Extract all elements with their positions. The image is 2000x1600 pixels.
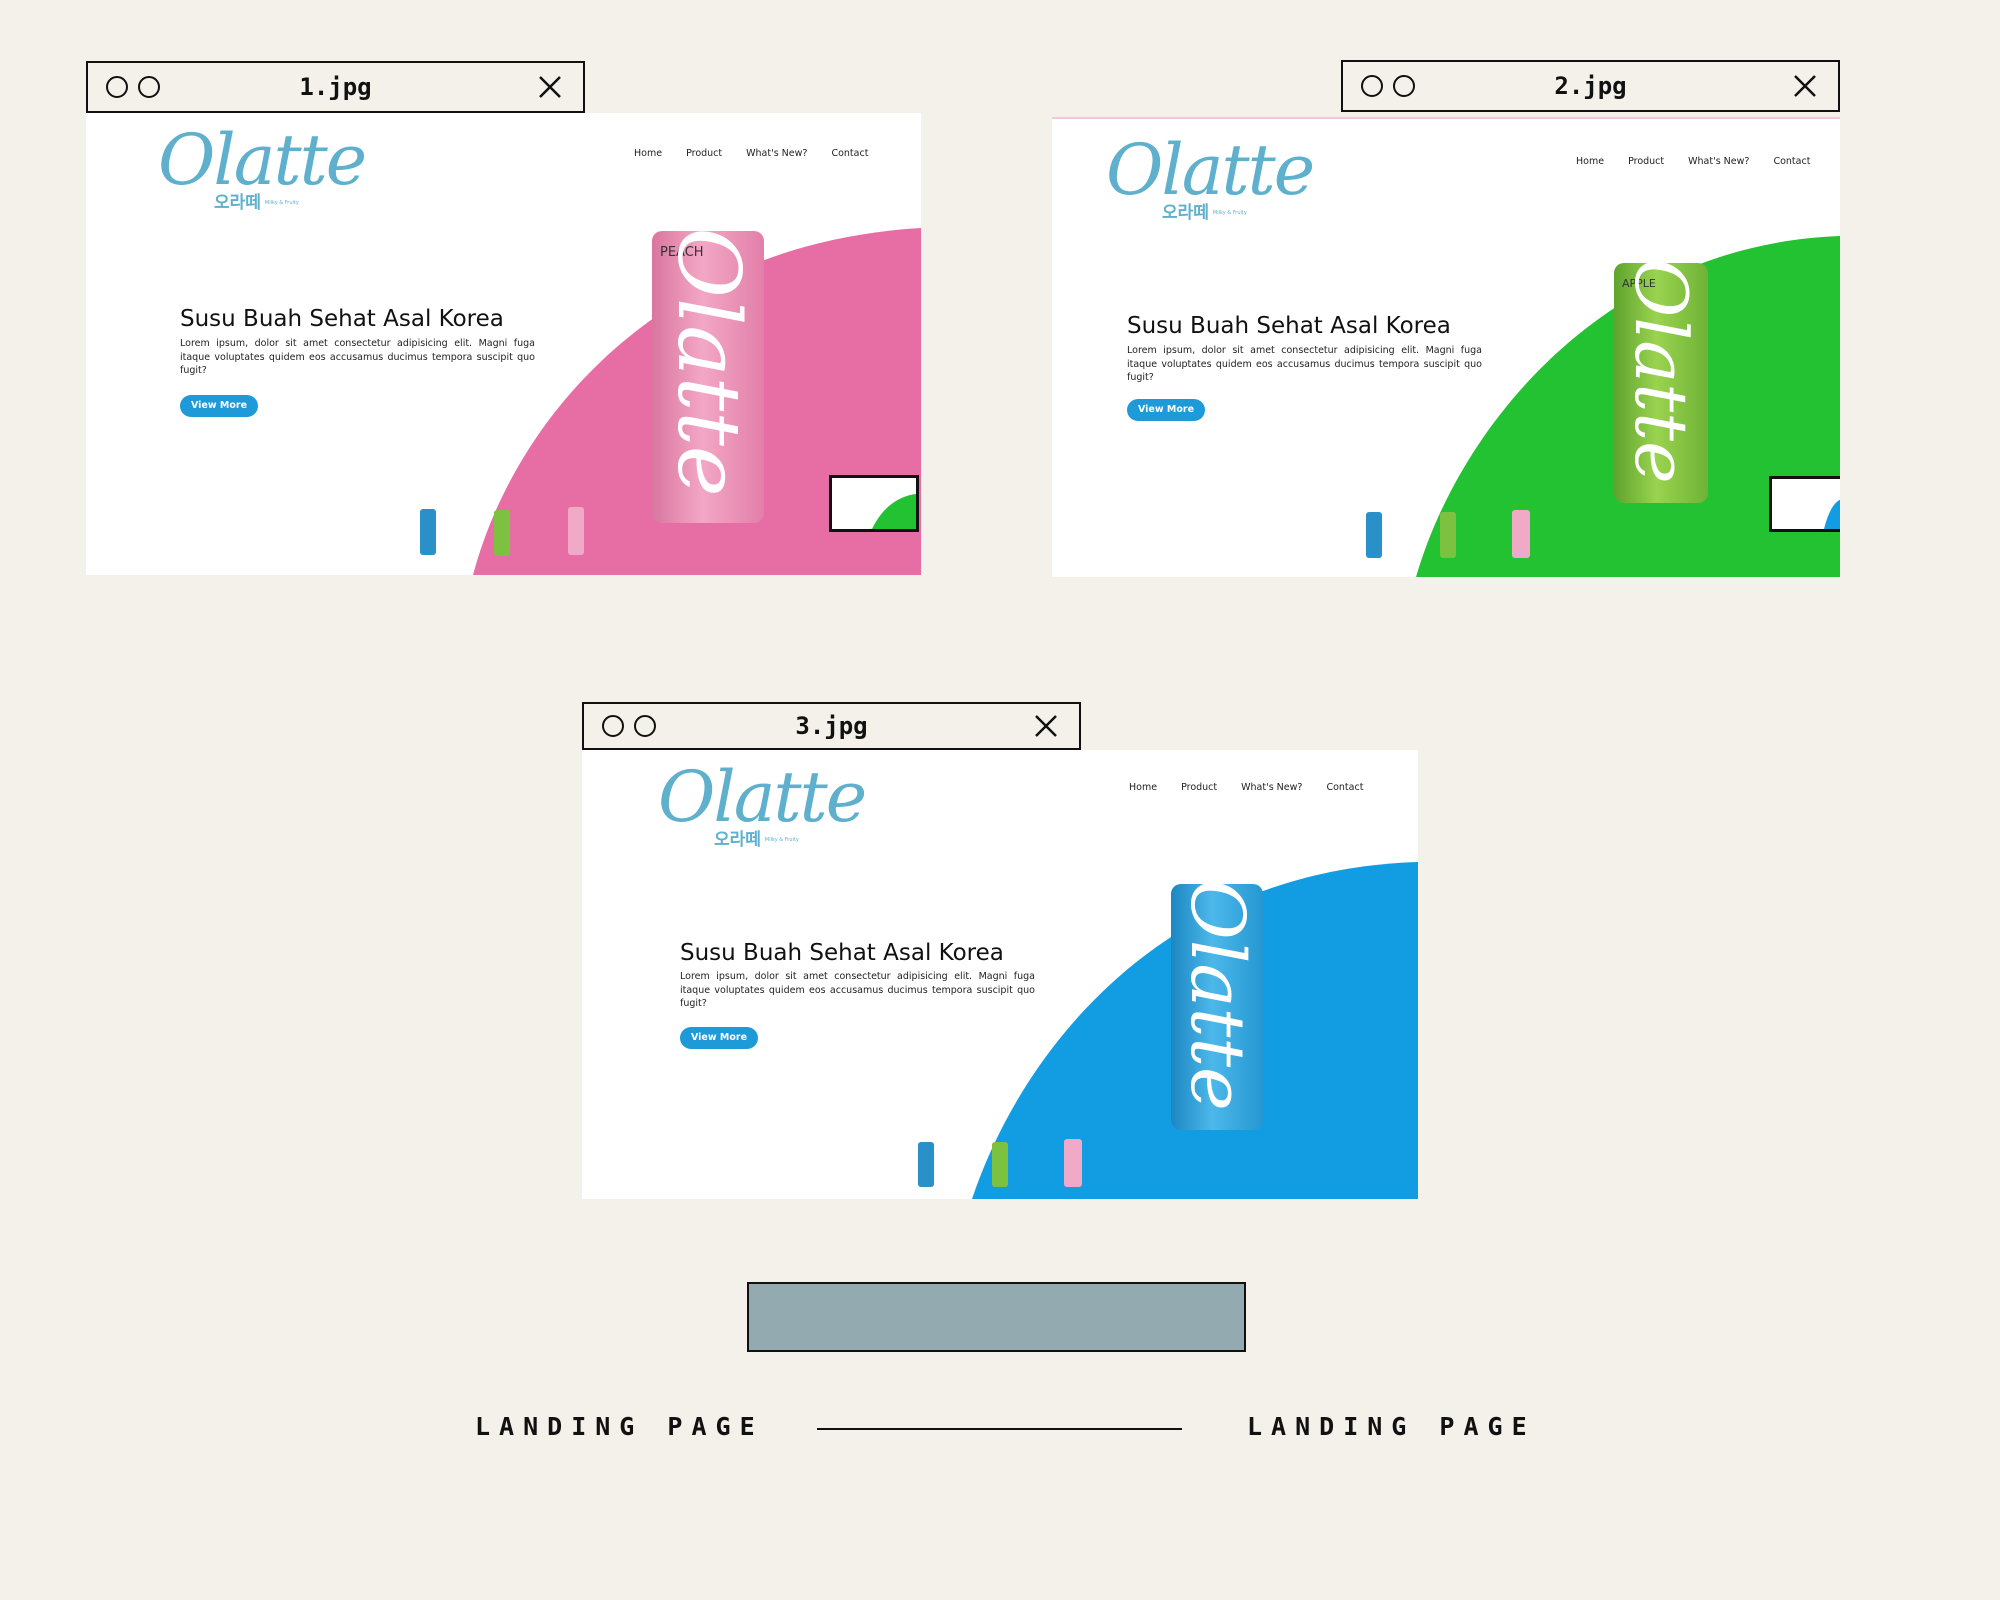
thumb-can-blue[interactable]	[1366, 512, 1382, 558]
hero-paragraph: Lorem ipsum, dolor sit amet consectetur …	[180, 338, 535, 376]
can-brand-label: Olatte	[658, 231, 758, 498]
nav-product[interactable]: Product	[1181, 782, 1217, 793]
logo-wordmark: Olatte	[658, 756, 867, 838]
thumb-can-pink[interactable]	[1512, 510, 1530, 558]
logo-wordmark: Olatte	[158, 119, 367, 201]
thumb-can-pink[interactable]	[1064, 1139, 1082, 1187]
logo[interactable]: Olatte 오라떼 Milky & Fruity	[158, 119, 367, 213]
can-brand-label: Olatte	[1619, 263, 1703, 484]
logo-korean: 오라떼	[214, 193, 261, 213]
thumb-can-green[interactable]	[1440, 512, 1456, 558]
thumb-can-green[interactable]	[992, 1142, 1008, 1187]
preview-thumbnail[interactable]	[829, 475, 919, 532]
view-more-button[interactable]: View More	[180, 395, 258, 417]
hero-paragraph: Lorem ipsum, dolor sit amet consectetur …	[1127, 345, 1482, 383]
nav-bar: Home Product What's New? Contact	[634, 148, 868, 159]
thumb-can-green[interactable]	[494, 510, 510, 556]
window-2-titlebar: 2.jpg	[1341, 60, 1840, 112]
caption-divider	[817, 1428, 1182, 1430]
thumb-can-pink[interactable]	[568, 507, 584, 555]
hero-heading: Susu Buah Sehat Asal Korea	[680, 940, 1004, 966]
logo-tagline: Milky & Fruity	[764, 837, 799, 843]
nav-home[interactable]: Home	[634, 148, 662, 159]
thumb-can-blue[interactable]	[420, 509, 436, 555]
logo-korean: 오라떼	[1162, 203, 1209, 223]
close-icon[interactable]	[1792, 73, 1818, 99]
window-title: 3.jpg	[795, 712, 868, 740]
preview-thumbnail[interactable]	[1769, 476, 1840, 532]
nav-bar: Home Product What's New? Contact	[1129, 782, 1363, 793]
nav-product[interactable]: Product	[1628, 156, 1664, 167]
window-3-titlebar: 3.jpg	[582, 702, 1081, 750]
nav-whats-new[interactable]: What's New?	[746, 148, 807, 159]
logo-wordmark: Olatte	[1106, 129, 1315, 211]
thumb-can-blue[interactable]	[918, 1142, 934, 1187]
preview-arc	[872, 494, 916, 529]
logo-tagline: Milky & Fruity	[1212, 210, 1247, 216]
nav-product[interactable]: Product	[686, 148, 722, 159]
logo[interactable]: Olatte 오라떼 Milky & Fruity	[1106, 129, 1315, 223]
nav-whats-new[interactable]: What's New?	[1241, 782, 1302, 793]
can-brand-label: Olatte	[1174, 884, 1260, 1111]
window-2-screenshot: Olatte 오라떼 Milky & Fruity Home Product Wh…	[1052, 117, 1840, 577]
hero-heading: Susu Buah Sehat Asal Korea	[1127, 313, 1451, 339]
close-icon[interactable]	[1033, 713, 1059, 739]
caption-right: LANDING PAGE	[1247, 1412, 1536, 1441]
hero-heading: Susu Buah Sehat Asal Korea	[180, 306, 504, 332]
caption-left: LANDING PAGE	[475, 1412, 764, 1441]
window-1-titlebar: 1.jpg	[86, 61, 585, 113]
nav-contact[interactable]: Contact	[1326, 782, 1363, 793]
product-can: PEACH Olatte	[652, 231, 764, 523]
window-1-screenshot: Olatte 오라떼 Milky & Fruity Home Product Wh…	[86, 113, 921, 575]
window-title: 2.jpg	[1554, 72, 1627, 100]
nav-contact[interactable]: Contact	[831, 148, 868, 159]
product-can: APPLE Olatte	[1614, 263, 1708, 503]
view-more-button[interactable]: View More	[680, 1027, 758, 1049]
close-icon[interactable]	[537, 74, 563, 100]
window-title: 1.jpg	[299, 73, 372, 101]
logo-tagline: Milky & Fruity	[264, 200, 299, 206]
nav-contact[interactable]: Contact	[1773, 156, 1810, 167]
view-more-button[interactable]: View More	[1127, 399, 1205, 421]
logo-korean: 오라떼	[714, 830, 761, 850]
window-3-screenshot: Olatte 오라떼 Milky & Fruity Home Product Wh…	[582, 750, 1418, 1199]
preview-arc	[1824, 499, 1840, 529]
nav-bar: Home Product What's New? Contact	[1576, 156, 1810, 167]
hero-paragraph: Lorem ipsum, dolor sit amet consectetur …	[680, 971, 1035, 1009]
nav-home[interactable]: Home	[1576, 156, 1604, 167]
product-can: Olatte	[1171, 884, 1263, 1130]
nav-home[interactable]: Home	[1129, 782, 1157, 793]
color-swatch-bar	[747, 1282, 1246, 1352]
logo[interactable]: Olatte 오라떼 Milky & Fruity	[658, 756, 867, 850]
nav-whats-new[interactable]: What's New?	[1688, 156, 1749, 167]
